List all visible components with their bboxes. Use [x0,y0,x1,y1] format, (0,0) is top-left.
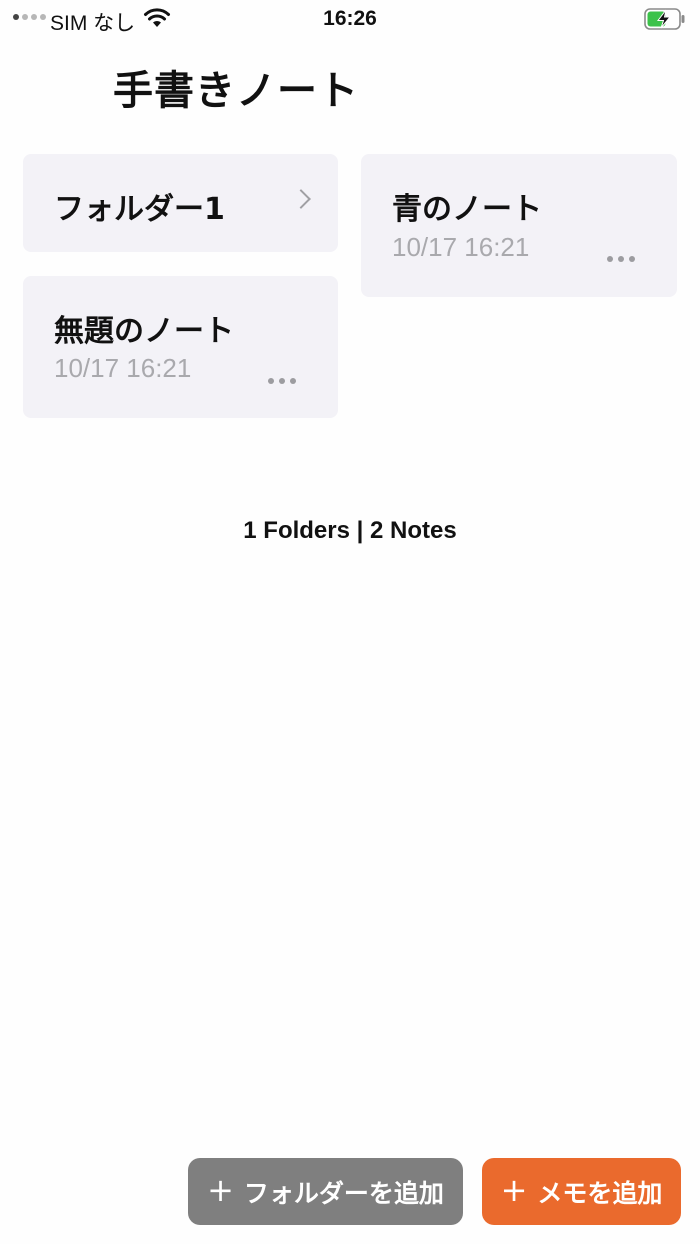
note-date: 10/17 16:21 [54,353,192,383]
add-memo-button[interactable]: + メモを追加 [482,1158,681,1225]
note-title: 無題のノート [54,314,234,349]
more-options-icon[interactable] [607,256,635,262]
status-bar: SIM なし 16:26 [0,0,700,40]
clock: 16:26 [323,7,377,30]
note-title: 青のノート [392,192,542,227]
items-summary: 1 Folders | 2 Notes [243,517,457,544]
folder-name: フォルダー1 [54,192,225,227]
chevron-right-icon [291,189,311,209]
add-folder-label: フォルダーを追加 [243,1178,444,1208]
more-options-icon[interactable] [268,378,296,384]
folder-card[interactable]: フォルダー1 [23,154,338,252]
note-card[interactable]: 無題のノート 10/17 16:21 [23,276,338,418]
page-title: 手書きノート [113,68,359,114]
plus-icon: + [500,1171,528,1209]
note-date: 10/17 16:21 [392,232,530,262]
note-card[interactable]: 青のノート 10/17 16:21 [361,154,677,297]
add-memo-label: メモを追加 [537,1178,663,1208]
add-folder-button[interactable]: + フォルダーを追加 [188,1158,463,1225]
battery-charging-icon [644,8,686,34]
plus-icon: + [207,1171,234,1209]
